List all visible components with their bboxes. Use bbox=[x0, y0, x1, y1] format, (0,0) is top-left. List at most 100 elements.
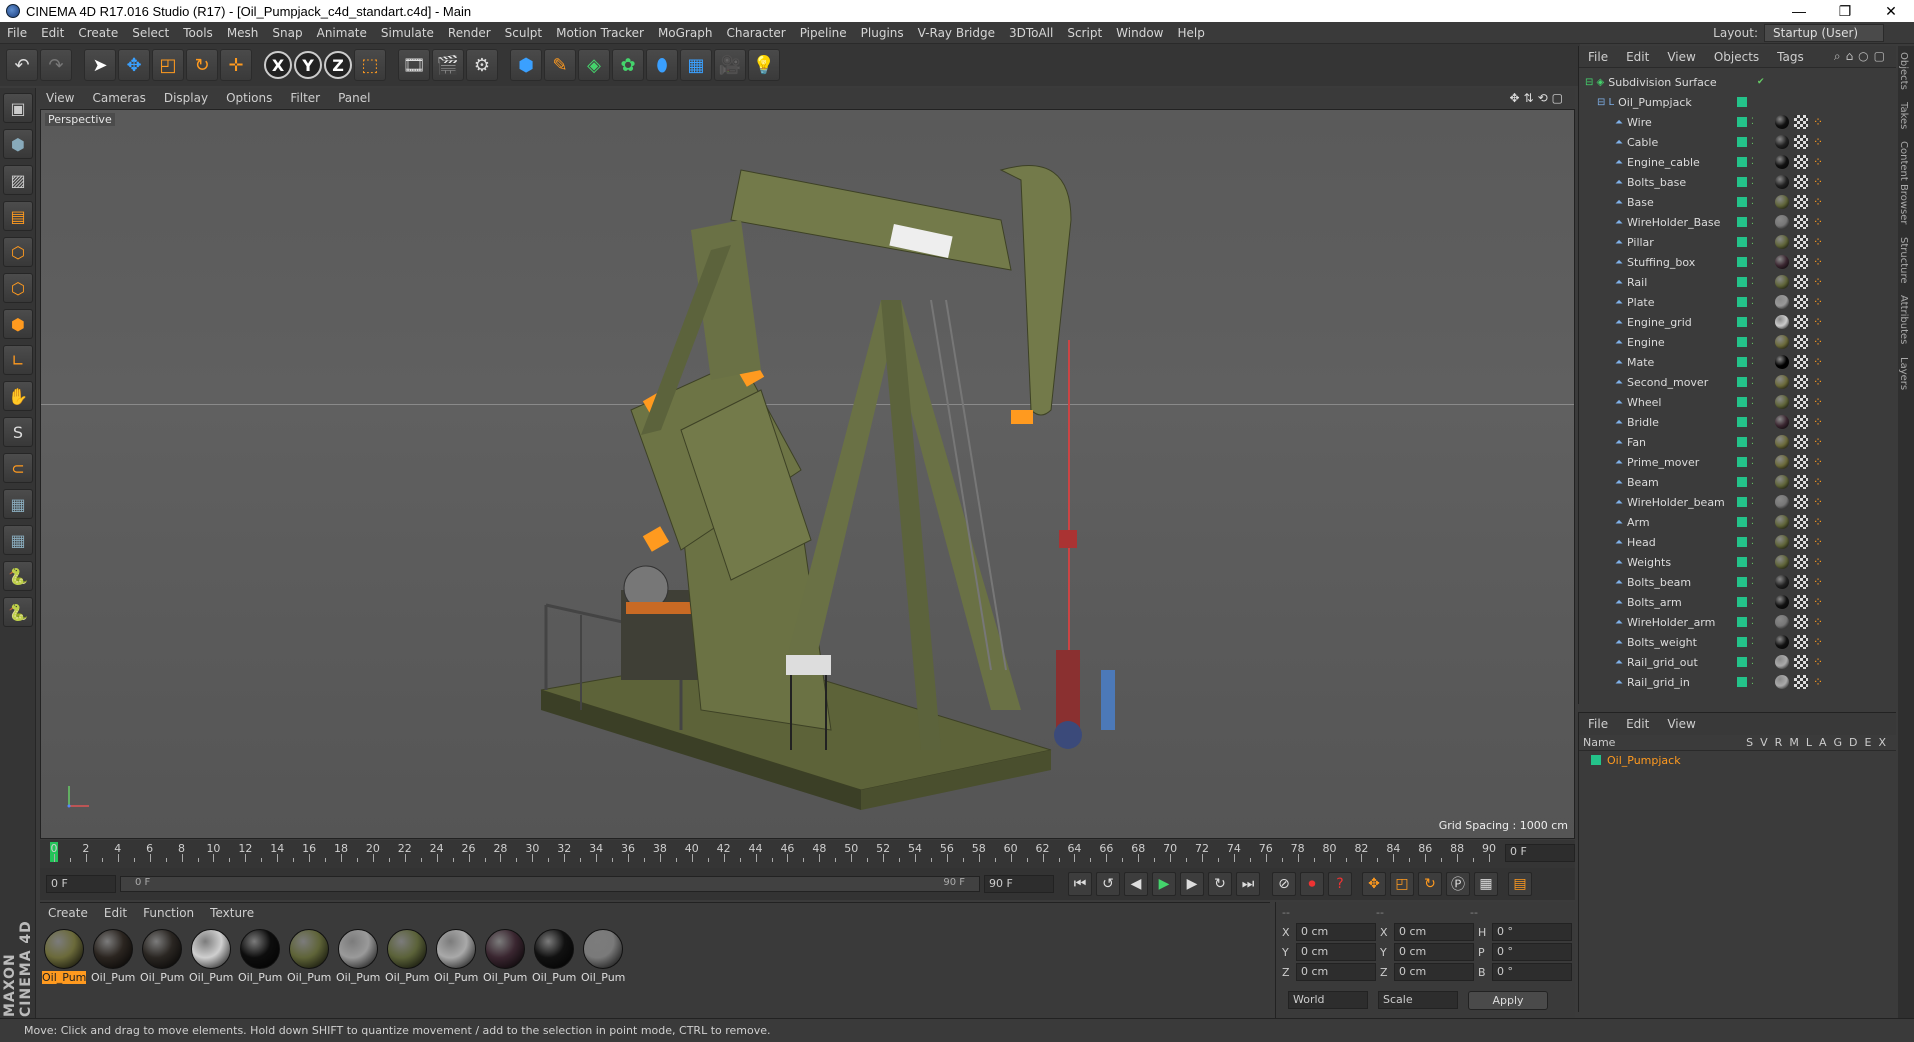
phong-tag-icon[interactable]: ⁘ bbox=[1813, 596, 1825, 608]
texture-tag-icon[interactable] bbox=[1794, 395, 1808, 409]
visibility-dots-icon[interactable]: ⁚ bbox=[1751, 457, 1754, 467]
phong-tag-icon[interactable]: ⁘ bbox=[1813, 216, 1825, 228]
light-icon[interactable]: 💡 bbox=[748, 49, 780, 81]
visibility-dots-icon[interactable]: ⁚ bbox=[1751, 137, 1754, 147]
material-swatch[interactable]: Oil_Pum bbox=[483, 929, 527, 984]
object-tree-row[interactable]: ⏶ Wire ⁚ ⁘ bbox=[1579, 112, 1897, 132]
layer-color-swatch[interactable] bbox=[1737, 617, 1747, 627]
material-tag-icon[interactable] bbox=[1775, 275, 1789, 289]
phong-tag-icon[interactable]: ⁘ bbox=[1813, 176, 1825, 188]
material-tag-icon[interactable] bbox=[1775, 595, 1789, 609]
visibility-dots-icon[interactable]: ⁚ bbox=[1751, 377, 1754, 387]
side-tab-structure[interactable]: Structure bbox=[1898, 231, 1909, 290]
menu-snap[interactable]: Snap bbox=[265, 26, 309, 40]
key-position-icon[interactable]: ✥ bbox=[1362, 872, 1386, 896]
array-icon[interactable]: ✿ bbox=[612, 49, 644, 81]
menu-select[interactable]: Select bbox=[125, 26, 176, 40]
material-menu-edit[interactable]: Edit bbox=[96, 906, 135, 920]
material-swatch[interactable]: Oil_Pum bbox=[385, 929, 429, 984]
material-tag-icon[interactable] bbox=[1775, 675, 1789, 689]
close-button[interactable]: ✕ bbox=[1868, 3, 1914, 20]
next-frame-icon[interactable]: ▶ bbox=[1180, 872, 1204, 896]
layer-color-swatch[interactable] bbox=[1591, 755, 1601, 765]
phong-tag-icon[interactable]: ⁘ bbox=[1813, 556, 1825, 568]
layers-menu-edit[interactable]: Edit bbox=[1617, 717, 1658, 731]
visibility-dots-icon[interactable]: ⁚ bbox=[1751, 497, 1754, 507]
texture-tag-icon[interactable] bbox=[1794, 115, 1808, 129]
layers-menu-file[interactable]: File bbox=[1579, 717, 1617, 731]
python-script-icon[interactable]: 🐍 bbox=[3, 597, 33, 627]
phong-tag-icon[interactable]: ⁘ bbox=[1813, 236, 1825, 248]
texture-tag-icon[interactable] bbox=[1794, 255, 1808, 269]
floor-icon[interactable]: ▦ bbox=[680, 49, 712, 81]
snap-icon[interactable]: S bbox=[3, 417, 33, 447]
object-tree-row[interactable]: ⏶ Plate ⁚ ⁘ bbox=[1579, 292, 1897, 312]
max-frame-field[interactable]: 90 F bbox=[984, 875, 1054, 893]
layout-select[interactable]: Startup (User) bbox=[1764, 23, 1884, 42]
layer-color-swatch[interactable] bbox=[1737, 197, 1747, 207]
texture-tag-icon[interactable] bbox=[1794, 195, 1808, 209]
cube-icon[interactable]: ⬢ bbox=[510, 49, 542, 81]
move-icon[interactable]: ✥ bbox=[118, 49, 150, 81]
menu-script[interactable]: Script bbox=[1060, 26, 1109, 40]
phong-tag-icon[interactable]: ⁘ bbox=[1813, 256, 1825, 268]
y-axis-icon[interactable]: Y bbox=[294, 51, 322, 79]
rotation-b-field[interactable]: 0 ° bbox=[1492, 963, 1572, 981]
phong-tag-icon[interactable]: ⁘ bbox=[1813, 636, 1825, 648]
object-tree-row[interactable]: ⏶ Bridle ⁚ ⁘ bbox=[1579, 412, 1897, 432]
layer-column-s[interactable]: S bbox=[1746, 736, 1753, 749]
frame-ruler[interactable]: 0 2 4 6 8 10 12 14 16 18 20 22 24 26 28 30 32 34 36 38 40 42 4… bbox=[50, 840, 1505, 868]
texture-tag-icon[interactable] bbox=[1794, 315, 1808, 329]
material-tag-icon[interactable] bbox=[1775, 535, 1789, 549]
size-z-field[interactable]: 0 cm bbox=[1394, 963, 1474, 981]
layer-row[interactable]: Oil_Pumpjack bbox=[1579, 751, 1896, 769]
material-tag-icon[interactable] bbox=[1775, 315, 1789, 329]
next-key-icon[interactable]: ↻ bbox=[1208, 872, 1232, 896]
layer-color-swatch[interactable] bbox=[1737, 337, 1747, 347]
viewport-menu-cameras[interactable]: Cameras bbox=[83, 91, 154, 105]
menu-help[interactable]: Help bbox=[1170, 26, 1211, 40]
tree-row-group[interactable]: ⊟ L Oil_Pumpjack bbox=[1579, 92, 1897, 112]
texture-tag-icon[interactable] bbox=[1794, 595, 1808, 609]
object-tree-row[interactable]: ⏶ Engine_grid ⁚ ⁘ bbox=[1579, 312, 1897, 332]
phong-tag-icon[interactable]: ⁘ bbox=[1813, 516, 1825, 528]
phong-tag-icon[interactable]: ⁘ bbox=[1813, 616, 1825, 628]
lock-workplane-icon[interactable]: ▦ bbox=[3, 489, 33, 519]
points-mode-icon[interactable]: ⬡ bbox=[3, 237, 33, 267]
side-tab-takes[interactable]: Takes bbox=[1898, 96, 1909, 135]
objects-menu-file[interactable]: File bbox=[1579, 50, 1617, 64]
material-tag-icon[interactable] bbox=[1775, 475, 1789, 489]
object-tree-row[interactable]: ⏶ Bolts_base ⁚ ⁘ bbox=[1579, 172, 1897, 192]
layer-column-a[interactable]: A bbox=[1819, 736, 1827, 749]
layers-menu-view[interactable]: View bbox=[1658, 717, 1704, 731]
phong-tag-icon[interactable]: ⁘ bbox=[1813, 536, 1825, 548]
object-tree-row[interactable]: ⏶ Weights ⁚ ⁘ bbox=[1579, 552, 1897, 572]
workplane-grid-icon[interactable]: ▦ bbox=[3, 525, 33, 555]
object-tree-row[interactable]: ⏶ Engine ⁚ ⁘ bbox=[1579, 332, 1897, 352]
previous-frame-icon[interactable]: ◀ bbox=[1124, 872, 1148, 896]
material-swatch[interactable]: Oil_Pum bbox=[581, 929, 625, 984]
texture-mode-icon[interactable]: ▨ bbox=[3, 165, 33, 195]
visibility-dots-icon[interactable]: ⁚ bbox=[1751, 157, 1754, 167]
layer-color-swatch[interactable] bbox=[1737, 397, 1747, 407]
texture-tag-icon[interactable] bbox=[1794, 135, 1808, 149]
layer-color-swatch[interactable] bbox=[1737, 457, 1747, 467]
material-swatch[interactable]: Oil_Pum bbox=[336, 929, 380, 984]
material-tag-icon[interactable] bbox=[1775, 375, 1789, 389]
material-tag-icon[interactable] bbox=[1775, 455, 1789, 469]
viewport-menu-panel[interactable]: Panel bbox=[329, 91, 379, 105]
position-z-field[interactable]: 0 cm bbox=[1296, 963, 1376, 981]
objects-menu-edit[interactable]: Edit bbox=[1617, 50, 1658, 64]
objects-menu-tags[interactable]: Tags bbox=[1768, 50, 1813, 64]
visibility-dots-icon[interactable]: ⁚ bbox=[1751, 237, 1754, 247]
magnet-icon[interactable]: ⊂ bbox=[3, 453, 33, 483]
phong-tag-icon[interactable]: ⁘ bbox=[1813, 396, 1825, 408]
timeline-window-icon[interactable]: ▤ bbox=[1508, 872, 1532, 896]
menu-window[interactable]: Window bbox=[1109, 26, 1170, 40]
object-tree-row[interactable]: ⏶ Engine_cable ⁚ ⁘ bbox=[1579, 152, 1897, 172]
material-tag-icon[interactable] bbox=[1775, 295, 1789, 309]
texture-tag-icon[interactable] bbox=[1794, 575, 1808, 589]
viewport-menu-filter[interactable]: Filter bbox=[281, 91, 329, 105]
material-tag-icon[interactable] bbox=[1775, 575, 1789, 589]
texture-tag-icon[interactable] bbox=[1794, 475, 1808, 489]
